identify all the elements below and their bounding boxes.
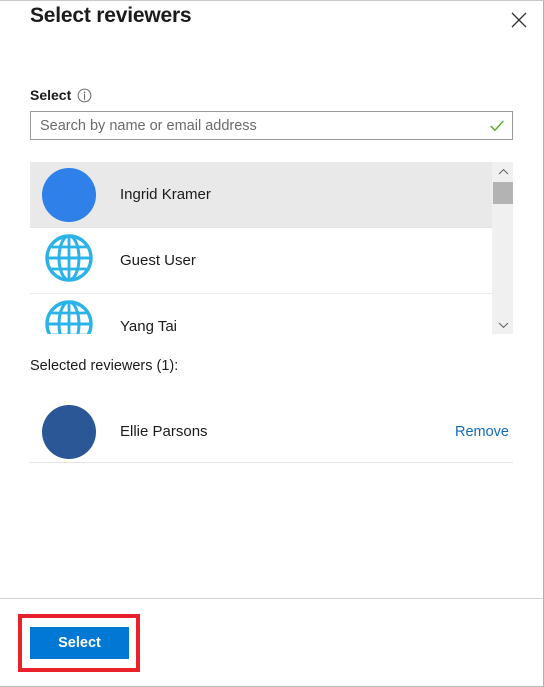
chevron-up-icon	[498, 163, 509, 181]
avatar	[42, 234, 96, 288]
globe-icon	[42, 300, 96, 334]
avatar	[42, 404, 96, 459]
list-item[interactable]: Guest User	[30, 228, 492, 294]
select-field-label-row: Select	[30, 87, 92, 103]
selected-reviewers-list: Ellie Parsons Remove	[30, 401, 513, 463]
chevron-down-icon	[498, 316, 509, 334]
search-field-wrapper	[30, 111, 513, 140]
list-item-label: Yang Tai	[120, 318, 177, 334]
reviewer-results-list: Ingrid Kramer Guest User Yang Tai	[30, 162, 513, 334]
select-reviewers-dialog: Select reviewers Select Search by name o…	[0, 0, 544, 687]
close-icon	[510, 11, 528, 29]
select-button[interactable]: Select	[30, 627, 129, 659]
remove-reviewer-link[interactable]: Remove	[455, 424, 509, 440]
selected-reviewers-heading: Selected reviewers (1):	[30, 358, 179, 374]
list-scrollbar[interactable]	[492, 162, 513, 334]
scroll-down-button[interactable]	[493, 315, 513, 334]
select-field-label: Select	[30, 87, 72, 103]
search-input[interactable]	[31, 112, 484, 139]
close-button[interactable]	[500, 3, 538, 37]
list-item-label: Ellie Parsons	[120, 423, 208, 440]
scrollbar-thumb[interactable]	[493, 182, 513, 204]
list-item[interactable]: Yang Tai	[30, 294, 492, 334]
list-item: Ellie Parsons Remove	[30, 401, 513, 463]
scroll-up-button[interactable]	[493, 162, 513, 181]
list-item[interactable]: Ingrid Kramer	[30, 162, 492, 228]
list-item-label: Ingrid Kramer	[120, 186, 211, 203]
footer-divider	[0, 598, 543, 599]
results-scroll-area: Ingrid Kramer Guest User Yang Tai	[30, 162, 492, 334]
info-icon[interactable]	[77, 88, 92, 103]
globe-icon	[42, 234, 96, 288]
page-title: Select reviewers	[30, 4, 192, 27]
dialog-header: Select reviewers	[0, 1, 543, 47]
avatar	[42, 167, 96, 222]
checkmark-icon	[484, 113, 510, 139]
list-item-label: Guest User	[120, 252, 196, 269]
avatar	[42, 300, 96, 334]
